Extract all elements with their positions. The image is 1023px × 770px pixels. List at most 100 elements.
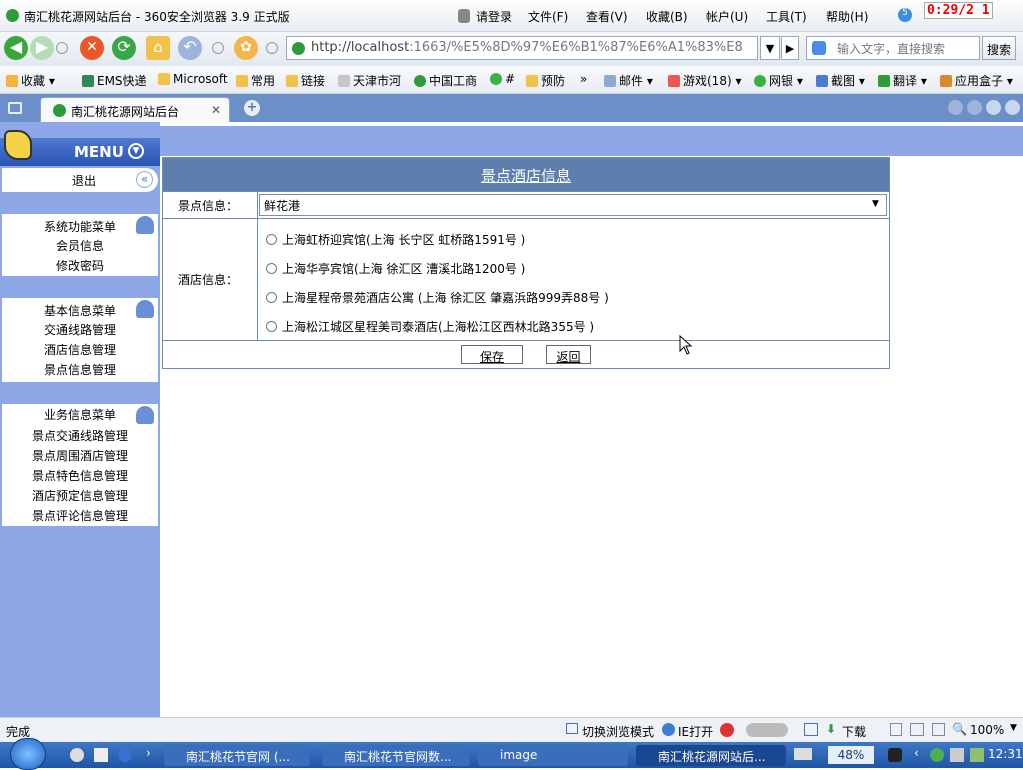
notification-badge[interactable]: 5 bbox=[898, 8, 912, 22]
menu-item-spot[interactable]: 景点信息管理 bbox=[2, 360, 158, 380]
more-icon[interactable]: › bbox=[146, 746, 151, 760]
fav-tianjin[interactable]: 天津市河 bbox=[338, 72, 401, 89]
tab-list-icon[interactable] bbox=[986, 100, 1001, 115]
menu-item-change-password[interactable]: 修改密码 bbox=[2, 256, 158, 276]
ie-open-button[interactable]: IE打开 bbox=[678, 723, 713, 740]
radio-button[interactable] bbox=[266, 234, 277, 245]
search-engine-icon[interactable] bbox=[812, 41, 826, 55]
chevron-down-icon[interactable]: ▼ bbox=[872, 199, 879, 209]
sidebar-toggle-icon[interactable] bbox=[8, 102, 22, 114]
task-item-active[interactable]: 南汇桃花源网站后... bbox=[636, 745, 786, 766]
menu-item-spot-feature[interactable]: 景点特色信息管理 bbox=[2, 466, 158, 486]
menu-item-hotel[interactable]: 酒店信息管理 bbox=[2, 340, 158, 360]
task-item[interactable]: image bbox=[478, 745, 628, 766]
search-input[interactable]: 输入文字，直接搜索 bbox=[806, 36, 980, 60]
logout-row[interactable]: 退出 « bbox=[2, 168, 158, 192]
network-icon[interactable] bbox=[970, 748, 984, 762]
undo-close-icon[interactable]: ↶ bbox=[178, 36, 202, 60]
hotel-option[interactable]: 上海星程帝景苑酒店公寓 (上海 徐汇区 肇嘉浜路999弄88号 ) bbox=[266, 289, 609, 306]
menu-item-spot-review[interactable]: 景点评论信息管理 bbox=[2, 506, 158, 526]
back-button[interactable]: 返回 bbox=[546, 345, 591, 364]
menu-account[interactable]: 帐户(U) bbox=[706, 8, 748, 25]
fav-common[interactable]: 常用 bbox=[236, 72, 275, 89]
download-button[interactable]: 下载 bbox=[842, 723, 866, 740]
tab-close-icon[interactable]: ✕ bbox=[211, 103, 221, 117]
go-icon[interactable]: ▶ bbox=[781, 36, 799, 60]
menu-item-spot-traffic[interactable]: 景点交通线路管理 bbox=[2, 426, 158, 446]
undo-dropdown-icon[interactable] bbox=[212, 42, 224, 54]
hotel-option[interactable]: 上海华亭宾馆(上海 徐汇区 漕溪北路1200号 ) bbox=[266, 260, 525, 277]
hotel-option[interactable]: 上海虹桥迎宾馆(上海 长宁区 虹桥路1591号 ) bbox=[266, 231, 525, 248]
save-button[interactable]: 保存 bbox=[461, 345, 523, 364]
keyboard-icon[interactable] bbox=[794, 748, 812, 760]
collapse-icon[interactable]: ▼ bbox=[128, 143, 144, 159]
tray-icon[interactable] bbox=[888, 748, 902, 762]
tool-icon[interactable] bbox=[932, 723, 945, 736]
menu-help[interactable]: 帮助(H) bbox=[826, 8, 868, 25]
fav-bank[interactable]: 网银 ▾ bbox=[754, 72, 803, 89]
home-icon[interactable]: ⌂ bbox=[146, 36, 170, 60]
fav-collection[interactable]: 收藏 ▾ bbox=[6, 72, 55, 89]
menu-item-hotel-booking[interactable]: 酒店预定信息管理 bbox=[2, 486, 158, 506]
forward-arrow-icon[interactable]: ▶ bbox=[30, 36, 54, 60]
new-tab-icon[interactable]: + bbox=[244, 100, 260, 116]
fav-translate[interactable]: 翻译 ▾ bbox=[878, 72, 927, 89]
fav-links[interactable]: 链接 bbox=[286, 72, 325, 89]
quick-launch-icon[interactable] bbox=[70, 748, 84, 762]
refresh-small-icon[interactable] bbox=[804, 723, 818, 736]
tab-active[interactable]: 南汇桃花源网站后台 ✕ bbox=[40, 97, 230, 122]
zoom-level[interactable]: 100% bbox=[970, 723, 1004, 737]
fav-appbox[interactable]: 应用盒子 ▾ bbox=[940, 72, 1013, 89]
history-dropdown-icon[interactable] bbox=[56, 42, 68, 54]
radio-button[interactable] bbox=[266, 321, 277, 332]
scroll-left-icon[interactable] bbox=[948, 100, 963, 115]
menu-file[interactable]: 文件(F) bbox=[528, 8, 568, 25]
menu-view[interactable]: 查看(V) bbox=[586, 8, 628, 25]
zoom-dropdown-icon[interactable]: ▼ bbox=[1010, 723, 1017, 733]
fav-more[interactable]: » bbox=[580, 72, 587, 86]
volume-icon[interactable] bbox=[950, 748, 964, 762]
login-link[interactable]: 请登录 bbox=[476, 8, 512, 25]
fav-screenshot[interactable]: 截图 ▾ bbox=[816, 72, 865, 89]
radio-button[interactable] bbox=[266, 263, 277, 274]
start-button[interactable] bbox=[10, 738, 46, 770]
fav-games[interactable]: 游戏(18) ▾ bbox=[668, 72, 741, 89]
address-bar[interactable]: http://localhost:1663/%E5%8D%97%E6%B1%87… bbox=[286, 36, 758, 60]
stop-icon[interactable]: ✕ bbox=[80, 36, 104, 60]
spot-select[interactable]: 鲜花港 ▼ bbox=[259, 194, 887, 216]
chevron-left-icon[interactable]: ‹ bbox=[914, 746, 919, 760]
fav-ems[interactable]: EMS快递 bbox=[82, 72, 147, 89]
menu-item-member-info[interactable]: 会员信息 bbox=[2, 236, 158, 256]
paw-dropdown-icon[interactable] bbox=[266, 42, 278, 54]
toggle-icon[interactable] bbox=[746, 723, 788, 737]
address-dropdown-icon[interactable]: ▼ bbox=[760, 36, 780, 60]
refresh-icon[interactable]: ⟳ bbox=[112, 36, 136, 60]
menu-item-traffic[interactable]: 交通线路管理 bbox=[2, 320, 158, 340]
task-item[interactable]: 南汇桃花节官网 (... bbox=[164, 745, 310, 766]
switch-mode-button[interactable]: 切换浏览模式 bbox=[582, 723, 654, 740]
double-left-icon[interactable]: « bbox=[136, 171, 153, 188]
paw-icon[interactable]: ✿ bbox=[234, 36, 258, 60]
tool-icon[interactable] bbox=[910, 723, 924, 736]
fav-microsoft[interactable]: Microsoft bbox=[158, 72, 228, 86]
task-item[interactable]: 南汇桃花节官网数... bbox=[322, 745, 470, 766]
radio-button[interactable] bbox=[266, 292, 277, 303]
menu-tools[interactable]: 工具(T) bbox=[766, 8, 807, 25]
quick-launch-icon[interactable] bbox=[118, 748, 132, 762]
menu-favorites[interactable]: 收藏(B) bbox=[646, 8, 688, 25]
fav-prevent[interactable]: 预防 bbox=[526, 72, 565, 89]
hotel-option[interactable]: 上海松江城区星程美司泰酒店(上海松江区西林北路355号 ) bbox=[266, 318, 594, 335]
shield-icon[interactable] bbox=[720, 723, 734, 737]
search-button[interactable]: 搜索 bbox=[982, 36, 1016, 60]
fav-mail[interactable]: 邮件 ▾ bbox=[604, 72, 653, 89]
quick-launch-icon[interactable] bbox=[94, 748, 108, 762]
close-all-icon[interactable] bbox=[1005, 100, 1020, 115]
tool-icon[interactable] bbox=[890, 723, 902, 736]
scroll-right-icon[interactable] bbox=[967, 100, 982, 115]
fav-icbc[interactable]: 中国工商 bbox=[414, 72, 477, 89]
logout-link[interactable]: 退出 bbox=[72, 172, 96, 189]
menu-item-spot-hotel[interactable]: 景点周围酒店管理 bbox=[2, 446, 158, 466]
tray-icon[interactable] bbox=[930, 748, 944, 762]
fav-hash[interactable]: # bbox=[490, 72, 515, 86]
back-arrow-icon[interactable]: ◀ bbox=[4, 36, 28, 60]
